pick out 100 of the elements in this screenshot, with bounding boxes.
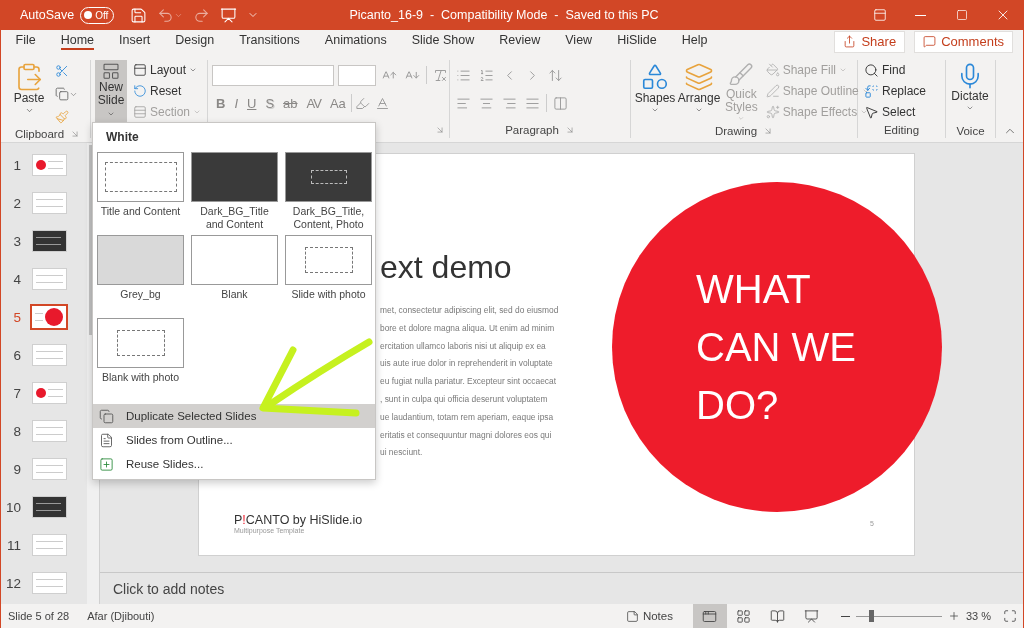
caret-icon — [737, 115, 746, 122]
notes-button[interactable]: Notes — [619, 608, 679, 624]
share-icon — [843, 35, 857, 48]
launcher-icon — [564, 125, 575, 135]
highlighter-icon — [354, 95, 370, 111]
caret-icon — [189, 66, 198, 74]
ribbon-tab[interactable]: File — [3, 32, 49, 56]
document-icon[interactable] — [99, 432, 114, 448]
redo-icon — [193, 6, 211, 24]
justify-icon — [525, 95, 540, 111]
add-slide-icon[interactable] — [99, 456, 114, 472]
ribbon-tab[interactable]: HiSlide — [604, 32, 670, 56]
ribbon-tab[interactable]: Transitions — [226, 32, 313, 56]
redo-button[interactable] — [193, 6, 211, 24]
menu-item[interactable]: Slides from Outline... — [93, 428, 375, 452]
ribbon-tab[interactable]: Design — [162, 32, 227, 56]
slide-thumbnail[interactable]: 6 — [1, 336, 87, 374]
launcher-icon — [435, 125, 445, 135]
dialog-launcher-icon[interactable] — [70, 129, 81, 139]
book-icon — [770, 608, 786, 624]
ribbon-tab[interactable]: Animations — [312, 32, 400, 56]
align-left-icon — [456, 95, 471, 111]
slide-thumbnail[interactable]: 7 — [1, 374, 87, 412]
undo-button[interactable] — [157, 6, 184, 24]
section-icon — [133, 105, 147, 119]
group-label: Clipboard — [14, 128, 65, 140]
save-button[interactable] — [130, 6, 148, 24]
menu-item[interactable]: Reuse Slides... — [93, 452, 375, 476]
new-slide-button[interactable]: New Slide — [95, 60, 127, 124]
ribbon-tab[interactable]: Review — [486, 32, 553, 56]
replace-icon[interactable] — [864, 83, 879, 99]
group-label: Drawing — [714, 125, 758, 137]
reset-icon — [133, 84, 147, 98]
slide-thumbnail[interactable]: 10 — [1, 488, 87, 526]
slide-thumbnail[interactable]: 8 — [1, 412, 87, 450]
slide-counter: Slide 5 of 28 — [8, 610, 70, 622]
slide-thumbnail[interactable]: 3 — [1, 222, 87, 260]
save-icon — [130, 6, 148, 24]
caret-icon — [861, 87, 870, 95]
ribbon-tab[interactable]: Insert — [106, 32, 163, 56]
clear-format-icon — [433, 67, 448, 83]
view-button[interactable] — [692, 604, 727, 628]
slide-thumbnail[interactable]: 5 — [1, 298, 87, 336]
slide-thumbnail[interactable]: 12 — [1, 564, 87, 602]
zoom-slider[interactable] — [855, 610, 942, 622]
zoom-thumb[interactable] — [868, 610, 874, 622]
drawing-tool-button[interactable]: Arrange — [679, 60, 719, 124]
slide-thumbnail[interactable]: 11 — [1, 526, 87, 564]
ribbon-tab[interactable]: View — [552, 32, 605, 56]
slide-command-button[interactable]: Layout — [131, 60, 204, 80]
language-label[interactable]: Afar (Djibouti) — [87, 610, 155, 622]
scissors-icon — [55, 64, 69, 78]
group-label: Editing — [883, 124, 920, 136]
shapes-icon[interactable] — [640, 62, 670, 92]
caret-icon — [193, 108, 202, 116]
ribbon-tab[interactable]: Home — [48, 32, 107, 56]
callout-text: WHAT CAN WE DO? — [696, 266, 857, 429]
duplicate-icon[interactable] — [99, 408, 114, 424]
dictate-button[interactable]: Dictate — [950, 60, 990, 124]
paste-button[interactable]: Paste — [9, 60, 49, 124]
body-text-line: bore et dolore magna aliqua. Ut enim ad minim — [380, 321, 556, 335]
menu-item[interactable]: Duplicate Selected Slides — [93, 404, 375, 428]
zoom-in-icon[interactable] — [947, 610, 960, 622]
paintbrush-icon — [55, 110, 69, 124]
bullet-list-icon — [456, 67, 471, 83]
ribbon-tab[interactable]: Help — [669, 32, 720, 56]
comments-button[interactable]: Comments — [914, 30, 1013, 53]
zoom-level[interactable]: 33 % — [965, 610, 991, 622]
presentation-button[interactable] — [220, 6, 238, 24]
presentation-icon — [220, 6, 238, 24]
dialog-launcher-icon[interactable] — [435, 125, 445, 135]
minimize-icon — [915, 14, 926, 16]
dialog-launcher-icon[interactable] — [564, 125, 575, 135]
slide-thumbnail[interactable]: 9 — [1, 450, 87, 488]
line-spacing-icon — [548, 67, 563, 83]
slide-thumbnail[interactable]: 2 — [1, 184, 87, 222]
columns-icon — [553, 95, 568, 111]
autosave-label: AutoSave — [20, 8, 75, 22]
caret-icon — [839, 66, 848, 74]
dialog-launcher-icon[interactable] — [763, 126, 774, 136]
search-icon[interactable] — [864, 62, 879, 78]
panel-icon — [133, 63, 147, 77]
window-title: Picanto_16-9 - Compatibility Mode - Saved to this PC — [349, 8, 659, 22]
drawing-tool-button[interactable]: Shapes — [635, 60, 675, 124]
slide-thumbnail[interactable]: 4 — [1, 260, 87, 298]
notes-field[interactable]: Click to add notes — [113, 580, 313, 597]
body-text-line: eu fugiat nulla pariatur. Excepteur sint occaecat — [380, 375, 557, 389]
fit-to-window-icon[interactable] — [1003, 609, 1017, 623]
font-size-field[interactable] — [338, 64, 376, 86]
pointer-icon[interactable] — [864, 104, 879, 120]
share-button[interactable]: Share — [834, 30, 906, 53]
slide-command-button[interactable]: Reset — [131, 81, 204, 101]
slide-thumbnail[interactable]: 1 — [1, 146, 87, 184]
notes-icon — [625, 609, 639, 623]
ribbon-tab[interactable]: Slide Show — [399, 32, 487, 56]
body-text-line: ue laudantium, totam rem aperiam, eaque ipsa — [380, 410, 555, 424]
font-name-field[interactable] — [212, 64, 334, 86]
comment-icon — [923, 35, 937, 48]
layers-icon[interactable] — [684, 62, 714, 92]
normal-view-icon — [702, 608, 718, 624]
